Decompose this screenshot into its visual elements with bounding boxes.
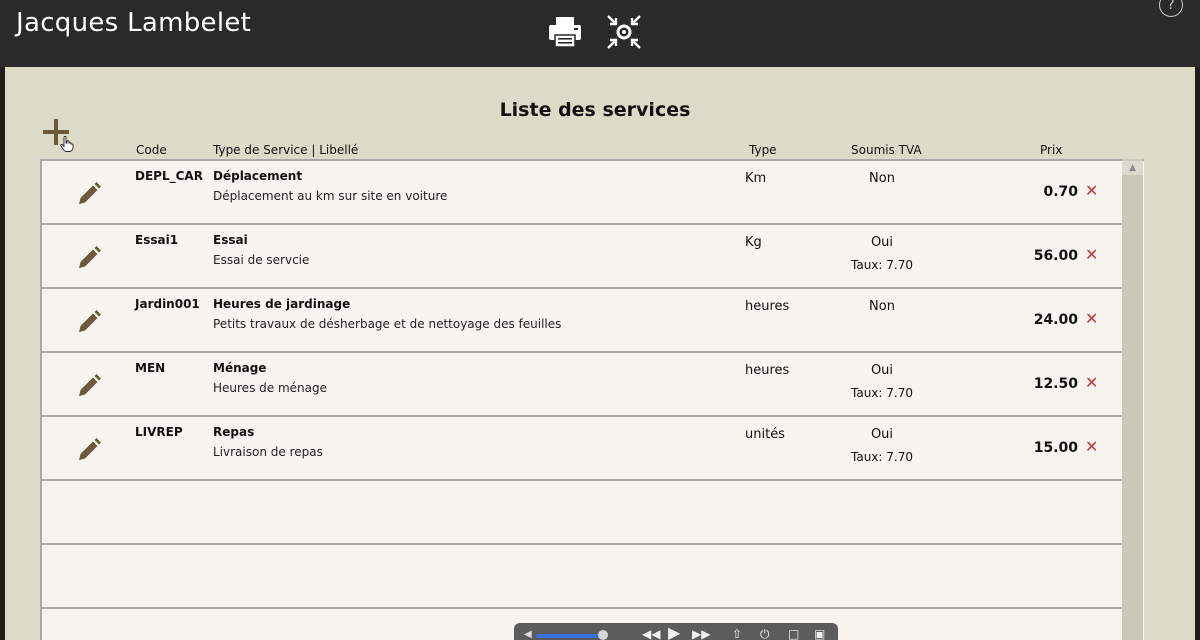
delete-icon[interactable]: ✕ [1085,373,1101,393]
fast-forward-icon[interactable]: ▶▶ [692,627,710,640]
plus-icon-vertical [54,119,58,145]
service-title: Heures de jardinage [213,297,351,311]
delete-icon[interactable]: ✕ [1085,245,1101,265]
service-unit: unités [745,427,785,442]
delete-icon[interactable]: ✕ [1085,309,1101,329]
service-code: Jardin001 [135,297,200,311]
service-price: 12.50 [1033,376,1078,392]
pencil-icon [79,182,101,204]
fit-screen-button[interactable] [604,12,644,52]
edit-button[interactable] [76,245,102,271]
service-title: Repas [213,425,255,439]
empty-row [42,481,1122,545]
pencil-icon [79,374,101,396]
service-description: Petits travaux de désherbage et de netto… [213,317,562,331]
service-description: Déplacement au km sur site en voiture [213,189,448,203]
column-header-type-service: Type de Service | Libellé [213,143,359,157]
service-code: MEN [135,361,166,375]
hand-cursor-icon [60,136,74,152]
share-icon[interactable]: ⇧ [732,627,742,640]
column-header-prix: Prix [1040,143,1063,157]
service-tva: Non [869,171,895,186]
service-unit: Kg [745,235,762,250]
print-button[interactable] [545,12,585,52]
service-code: Essai1 [135,233,179,247]
empty-row [42,545,1122,609]
edit-button[interactable] [76,437,102,463]
table-row: Essai1 Essai Essai de servcie Kg Oui Tau… [42,225,1122,289]
service-description: Essai de servcie [213,253,310,267]
main-content: Liste des services Code Type de Service … [5,67,1195,640]
volume-icon[interactable]: ◀ [524,629,532,640]
edit-button[interactable] [76,181,102,207]
media-player-bar: ◀ ◀◀ ▶ ▶▶ ⇧ ⏻ □ ▣ [514,623,838,640]
top-bar: Jacques Lambelet ? [0,0,1200,67]
pencil-icon [79,246,101,268]
service-unit: heures [745,299,790,314]
delete-icon[interactable]: ✕ [1085,437,1101,457]
service-code: DEPL_CAR [135,169,203,183]
service-unit: heures [745,363,790,378]
service-title: Ménage [213,361,267,375]
service-description: Heures de ménage [213,381,327,395]
service-code: LIVREP [135,425,183,439]
volume-slider-handle[interactable] [598,630,608,640]
printer-icon [549,17,581,48]
add-service-button[interactable] [43,119,74,152]
table-row: DEPL_CAR Déplacement Déplacement au km s… [42,161,1122,225]
volume-slider[interactable] [536,634,600,638]
app-title: Jacques Lambelet [16,8,252,38]
services-table: DEPL_CAR Déplacement Déplacement au km s… [40,159,1144,640]
service-description: Livraison de repas [213,445,323,459]
column-header-type: Type [749,143,777,157]
service-price: 24.00 [1033,312,1078,328]
edit-button[interactable] [76,373,102,399]
service-price: 15.00 [1033,440,1078,456]
service-tax-rate: Taux: 7.70 [851,258,913,272]
power-icon[interactable]: ⏻ [760,627,770,640]
help-button[interactable]: ? [1159,0,1183,17]
table-row: MEN Ménage Heures de ménage heures Oui T… [42,353,1122,417]
play-icon[interactable]: ▶ [668,623,680,640]
service-title: Déplacement [213,169,303,183]
service-tax-rate: Taux: 7.70 [851,450,913,464]
service-tax-rate: Taux: 7.70 [851,386,913,400]
service-tva: Oui [870,235,894,250]
fit-screen-icon [607,15,641,49]
column-header-code: Code [136,143,167,157]
service-price: 56.00 [1033,248,1078,264]
service-price: 0.70 [1043,184,1078,200]
pencil-icon [79,438,101,460]
rewind-icon[interactable]: ◀◀ [642,627,660,640]
service-tva: Oui [870,427,894,442]
column-header-tva: Soumis TVA [851,143,922,157]
delete-icon[interactable]: ✕ [1085,181,1101,201]
pencil-icon [79,310,101,332]
service-title: Essai [213,233,248,247]
fullscreen-icon[interactable]: □ [788,627,799,640]
service-tva: Non [869,299,895,314]
service-unit: Km [745,171,767,186]
table-row: Jardin001 Heures de jardinage Petits tra… [42,289,1122,353]
table-row: LIVREP Repas Livraison de repas unités O… [42,417,1122,481]
vertical-scrollbar[interactable] [1122,159,1143,640]
edit-button[interactable] [76,309,102,335]
scroll-up-arrow-icon[interactable]: ▲ [1122,161,1143,175]
page-title: Liste des services [499,99,691,121]
service-tva: Oui [870,363,894,378]
picture-in-picture-icon[interactable]: ▣ [814,627,825,640]
